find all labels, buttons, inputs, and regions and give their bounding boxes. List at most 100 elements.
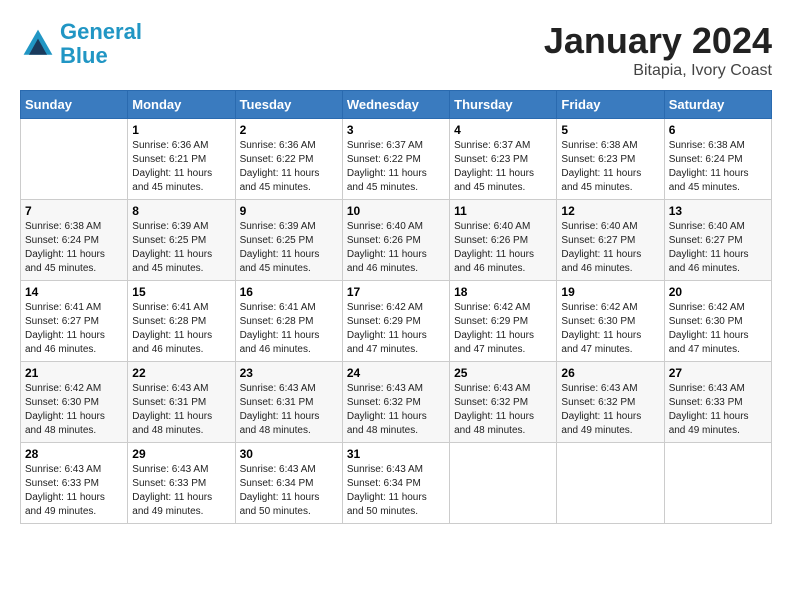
day-number: 25 — [454, 366, 552, 380]
day-info: Sunrise: 6:42 AMSunset: 6:30 PMDaylight:… — [25, 382, 123, 438]
calendar-cell — [21, 119, 128, 200]
day-info: Sunrise: 6:42 AMSunset: 6:30 PMDaylight:… — [669, 301, 767, 357]
day-number: 12 — [561, 204, 659, 218]
calendar-cell: 11 Sunrise: 6:40 AMSunset: 6:26 PMDayligh… — [450, 200, 557, 281]
day-info: Sunrise: 6:43 AMSunset: 6:31 PMDaylight:… — [240, 382, 338, 438]
calendar-cell: 25 Sunrise: 6:43 AMSunset: 6:32 PMDayligh… — [450, 362, 557, 443]
day-number: 20 — [669, 285, 767, 299]
day-number: 8 — [132, 204, 230, 218]
calendar-cell: 4Sunrise: 6:37 AMSunset: 6:23 PMDaylight… — [450, 119, 557, 200]
day-info: Sunrise: 6:43 AMSunset: 6:33 PMDaylight:… — [25, 463, 123, 519]
logo: General Blue — [20, 20, 142, 68]
day-info: Sunrise: 6:39 AMSunset: 6:25 PMDaylight:… — [132, 220, 230, 276]
day-info: Sunrise: 6:40 AMSunset: 6:26 PMDaylight:… — [454, 220, 552, 276]
day-info: Sunrise: 6:43 AMSunset: 6:32 PMDaylight:… — [561, 382, 659, 438]
title-month: January 2024 — [544, 20, 772, 62]
day-number: 3 — [347, 123, 445, 137]
day-number: 6 — [669, 123, 767, 137]
day-info: Sunrise: 6:36 AMSunset: 6:21 PMDaylight:… — [132, 139, 230, 195]
calendar-cell: 3 Sunrise: 6:37 AMSunset: 6:22 PMDaylight… — [342, 119, 449, 200]
calendar-cell: 27 Sunrise: 6:43 AMSunset: 6:33 PMDayligh… — [664, 362, 771, 443]
calendar-cell: 10Sunrise: 6:40 AMSunset: 6:26 PMDayligh… — [342, 200, 449, 281]
day-info: Sunrise: 6:38 AMSunset: 6:23 PMDaylight:… — [561, 139, 659, 195]
weekday-header-sunday: Sunday — [21, 91, 128, 119]
calendar-header: SundayMondayTuesdayWednesdayThursdayFrid… — [21, 91, 772, 119]
calendar-week-0: 1 Sunrise: 6:36 AMSunset: 6:21 PMDaylight… — [21, 119, 772, 200]
day-number: 30 — [240, 447, 338, 461]
calendar-cell: 31Sunrise: 6:43 AMSunset: 6:34 PMDayligh… — [342, 443, 449, 524]
calendar-cell: 28 Sunrise: 6:43 AMSunset: 6:33 PMDayligh… — [21, 443, 128, 524]
calendar-cell: 16Sunrise: 6:41 AMSunset: 6:28 PMDayligh… — [235, 281, 342, 362]
day-number: 17 — [347, 285, 445, 299]
calendar-week-2: 14 Sunrise: 6:41 AMSunset: 6:27 PMDayligh… — [21, 281, 772, 362]
calendar-cell: 5 Sunrise: 6:38 AMSunset: 6:23 PMDaylight… — [557, 119, 664, 200]
day-info: Sunrise: 6:38 AMSunset: 6:24 PMDaylight:… — [669, 139, 767, 195]
calendar-cell — [557, 443, 664, 524]
calendar-cell: 2 Sunrise: 6:36 AMSunset: 6:22 PMDaylight… — [235, 119, 342, 200]
calendar-cell: 12 Sunrise: 6:40 AMSunset: 6:27 PMDayligh… — [557, 200, 664, 281]
day-info: Sunrise: 6:42 AMSunset: 6:29 PMDaylight:… — [454, 301, 552, 357]
day-info: Sunrise: 6:42 AMSunset: 6:30 PMDaylight:… — [561, 301, 659, 357]
day-number: 22 — [132, 366, 230, 380]
calendar-week-1: 7Sunrise: 6:38 AMSunset: 6:24 PMDaylight… — [21, 200, 772, 281]
day-info: Sunrise: 6:37 AMSunset: 6:22 PMDaylight:… — [347, 139, 445, 195]
calendar-table: SundayMondayTuesdayWednesdayThursdayFrid… — [20, 90, 772, 524]
day-info: Sunrise: 6:39 AMSunset: 6:25 PMDaylight:… — [240, 220, 338, 276]
calendar-cell: 13Sunrise: 6:40 AMSunset: 6:27 PMDayligh… — [664, 200, 771, 281]
weekday-header-thursday: Thursday — [450, 91, 557, 119]
day-info: Sunrise: 6:41 AMSunset: 6:28 PMDaylight:… — [132, 301, 230, 357]
calendar-cell: 19 Sunrise: 6:42 AMSunset: 6:30 PMDayligh… — [557, 281, 664, 362]
calendar-cell: 15Sunrise: 6:41 AMSunset: 6:28 PMDayligh… — [128, 281, 235, 362]
calendar-cell: 21 Sunrise: 6:42 AMSunset: 6:30 PMDayligh… — [21, 362, 128, 443]
calendar-cell: 6 Sunrise: 6:38 AMSunset: 6:24 PMDaylight… — [664, 119, 771, 200]
day-number: 1 — [132, 123, 230, 137]
day-number: 21 — [25, 366, 123, 380]
day-number: 5 — [561, 123, 659, 137]
day-number: 26 — [561, 366, 659, 380]
day-number: 14 — [25, 285, 123, 299]
calendar-cell: 22 Sunrise: 6:43 AMSunset: 6:31 PMDayligh… — [128, 362, 235, 443]
calendar-cell: 26 Sunrise: 6:43 AMSunset: 6:32 PMDayligh… — [557, 362, 664, 443]
day-info: Sunrise: 6:40 AMSunset: 6:26 PMDaylight:… — [347, 220, 445, 276]
day-number: 29 — [132, 447, 230, 461]
page-header: General Blue January 2024 Bitapia, Ivory… — [20, 20, 772, 80]
title-block: January 2024 Bitapia, Ivory Coast — [544, 20, 772, 80]
logo-text: General Blue — [60, 20, 142, 68]
day-number: 23 — [240, 366, 338, 380]
day-info: Sunrise: 6:43 AMSunset: 6:31 PMDaylight:… — [132, 382, 230, 438]
day-info: Sunrise: 6:40 AMSunset: 6:27 PMDaylight:… — [669, 220, 767, 276]
day-info: Sunrise: 6:43 AMSunset: 6:33 PMDaylight:… — [132, 463, 230, 519]
calendar-cell: 9 Sunrise: 6:39 AMSunset: 6:25 PMDaylight… — [235, 200, 342, 281]
day-info: Sunrise: 6:43 AMSunset: 6:34 PMDaylight:… — [240, 463, 338, 519]
calendar-cell: 24Sunrise: 6:43 AMSunset: 6:32 PMDayligh… — [342, 362, 449, 443]
weekday-header-tuesday: Tuesday — [235, 91, 342, 119]
calendar-cell: 30 Sunrise: 6:43 AMSunset: 6:34 PMDayligh… — [235, 443, 342, 524]
day-number: 2 — [240, 123, 338, 137]
day-info: Sunrise: 6:40 AMSunset: 6:27 PMDaylight:… — [561, 220, 659, 276]
day-info: Sunrise: 6:41 AMSunset: 6:27 PMDaylight:… — [25, 301, 123, 357]
calendar-body: 1 Sunrise: 6:36 AMSunset: 6:21 PMDaylight… — [21, 119, 772, 524]
calendar-cell: 23 Sunrise: 6:43 AMSunset: 6:31 PMDayligh… — [235, 362, 342, 443]
day-info: Sunrise: 6:37 AMSunset: 6:23 PMDaylight:… — [454, 139, 552, 195]
day-info: Sunrise: 6:43 AMSunset: 6:33 PMDaylight:… — [669, 382, 767, 438]
day-info: Sunrise: 6:36 AMSunset: 6:22 PMDaylight:… — [240, 139, 338, 195]
day-number: 18 — [454, 285, 552, 299]
logo-line2: Blue — [60, 43, 108, 68]
day-info: Sunrise: 6:43 AMSunset: 6:32 PMDaylight:… — [454, 382, 552, 438]
day-number: 16 — [240, 285, 338, 299]
day-info: Sunrise: 6:43 AMSunset: 6:34 PMDaylight:… — [347, 463, 445, 519]
day-number: 28 — [25, 447, 123, 461]
weekday-header-saturday: Saturday — [664, 91, 771, 119]
calendar-cell: 29 Sunrise: 6:43 AMSunset: 6:33 PMDayligh… — [128, 443, 235, 524]
day-number: 11 — [454, 204, 552, 218]
weekday-header-wednesday: Wednesday — [342, 91, 449, 119]
calendar-cell: 7Sunrise: 6:38 AMSunset: 6:24 PMDaylight… — [21, 200, 128, 281]
day-info: Sunrise: 6:42 AMSunset: 6:29 PMDaylight:… — [347, 301, 445, 357]
day-number: 9 — [240, 204, 338, 218]
day-number: 19 — [561, 285, 659, 299]
calendar-week-4: 28 Sunrise: 6:43 AMSunset: 6:33 PMDayligh… — [21, 443, 772, 524]
calendar-cell — [450, 443, 557, 524]
day-number: 27 — [669, 366, 767, 380]
day-info: Sunrise: 6:38 AMSunset: 6:24 PMDaylight:… — [25, 220, 123, 276]
logo-icon — [20, 26, 56, 62]
